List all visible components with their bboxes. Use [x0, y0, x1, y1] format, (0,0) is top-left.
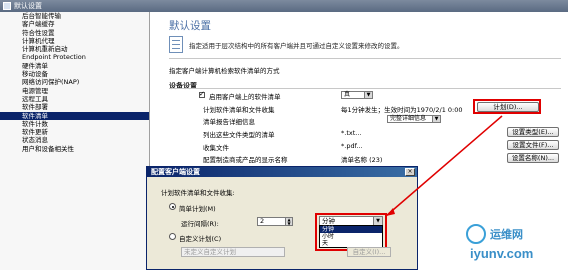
custom-schedule-label: 自定义计划(C): [179, 235, 222, 243]
schedule-value: 每1分钟发生；生效时间为1970/2/1 0:00: [341, 106, 463, 114]
row-label-collect-files: 收集文件: [203, 144, 229, 152]
section-caption: 指定客户端计算机检索软件清单的方式: [169, 67, 280, 75]
dialog-section-label: 计划软件清单和文件收集:: [161, 189, 235, 197]
dialog-title: 配置客户端设置: [147, 167, 417, 177]
watermark-logo-icon: [466, 224, 486, 244]
sidebar-item-user-device-affinity[interactable]: 用户和设备相关性: [0, 145, 149, 153]
row-label-report-detail: 清单报告详细信息: [203, 118, 255, 126]
document-icon: [169, 36, 183, 53]
collect-files-value: *.pdf...: [341, 142, 363, 150]
set-names-button[interactable]: 设置名称(N)...: [507, 153, 559, 163]
device-settings-header: 设备设置: [169, 82, 197, 90]
sidebar-item-compliance[interactable]: 符合性设置: [0, 29, 149, 37]
sidebar-item-state-messages[interactable]: 状态消息: [0, 136, 149, 144]
group-divider: [169, 88, 561, 89]
sidebar-item-remote-tools[interactable]: 远程工具: [0, 95, 149, 103]
run-interval-label: 运行间隔(R):: [181, 220, 219, 228]
sidebar-item-computer-restart[interactable]: 计算机重新启动: [0, 45, 149, 53]
enable-value-select[interactable]: 真 ▼: [341, 91, 373, 99]
custom-schedule-field: 未定义自定义计划: [181, 247, 285, 257]
app-icon: [3, 2, 11, 10]
sidebar-item-bits[interactable]: 后台智能传输: [0, 12, 149, 20]
report-detail-select[interactable]: 完整详细信息 ▼: [387, 115, 441, 123]
chevron-down-icon: ▼: [364, 92, 372, 98]
row-label-enable: 启用客户端上的软件清单: [209, 93, 281, 101]
display-names-value: 清单名称 (23): [341, 156, 383, 164]
spin-arrows-icon[interactable]: ▲ ▼: [285, 218, 292, 225]
highlight-box: [473, 99, 541, 114]
row-label-schedule: 计划软件清单和文件收集: [203, 106, 275, 114]
chevron-down-icon: ▼: [432, 116, 440, 122]
sidebar-item-software-inventory[interactable]: 软件清单: [0, 111, 149, 120]
report-detail-value: 完整详细信息: [390, 115, 427, 122]
row-label-display-names: 配置制造商或产品的显示名称: [203, 156, 288, 164]
simple-schedule-radio[interactable]: [169, 203, 176, 210]
interval-value: 2: [260, 217, 265, 225]
sidebar: 后台智能传输 客户端缓存 符合性设置 计算机代理 计算机重新启动 Endpoin…: [0, 12, 150, 270]
watermark-text-cn: 运维网: [490, 228, 523, 241]
window-titlebar: 默认设置: [0, 0, 568, 12]
enable-inventory-checkbox[interactable]: [199, 90, 205, 98]
sidebar-item-software-updates[interactable]: 软件更新: [0, 128, 149, 136]
sidebar-item-endpoint-protection[interactable]: Endpoint Protection: [0, 53, 149, 61]
page-title: 默认设置: [169, 20, 211, 32]
close-icon[interactable]: ×: [405, 168, 415, 176]
file-types-value: *.txt...: [341, 129, 362, 137]
sidebar-item-mobile-devices[interactable]: 移动设备: [0, 70, 149, 78]
page-description: 指定适用于层次结构中的所有客户端并且可通过自定义设置来修改的设置。: [189, 42, 404, 50]
simple-schedule-label: 简单计划(M): [179, 205, 216, 213]
sidebar-item-client-cache[interactable]: 客户端缓存: [0, 20, 149, 28]
interval-stepper[interactable]: 2 ▲ ▼: [257, 217, 293, 226]
sidebar-item-nap[interactable]: 网络访问保护(NAP): [0, 78, 149, 86]
sidebar-item-software-metering[interactable]: 软件计数: [0, 120, 149, 128]
window-title: 默认设置: [14, 2, 42, 10]
enable-value: 真: [344, 91, 351, 98]
unit-highlight-box: [315, 213, 387, 251]
watermark-text-en: iyunv.com: [470, 246, 534, 261]
row-label-file-types: 列出这些文件类型的清单: [203, 131, 275, 139]
sidebar-item-software-deployment[interactable]: 软件部署: [0, 103, 149, 111]
configure-client-settings-dialog: 配置客户端设置 × 计划软件清单和文件收集: 简单计划(M) 运行间隔(R): …: [146, 166, 418, 270]
divider: [169, 58, 561, 59]
sidebar-item-computer-agent[interactable]: 计算机代理: [0, 37, 149, 45]
sidebar-item-power-management[interactable]: 电源管理: [0, 87, 149, 95]
customize-button[interactable]: 自定义(I)...: [347, 247, 391, 257]
set-types-button[interactable]: 设置类型(E)...: [507, 127, 559, 137]
sidebar-item-hardware-inventory[interactable]: 硬件清单: [0, 62, 149, 70]
set-files-button[interactable]: 设置文件(F)...: [507, 140, 559, 150]
custom-schedule-radio[interactable]: [169, 233, 176, 240]
